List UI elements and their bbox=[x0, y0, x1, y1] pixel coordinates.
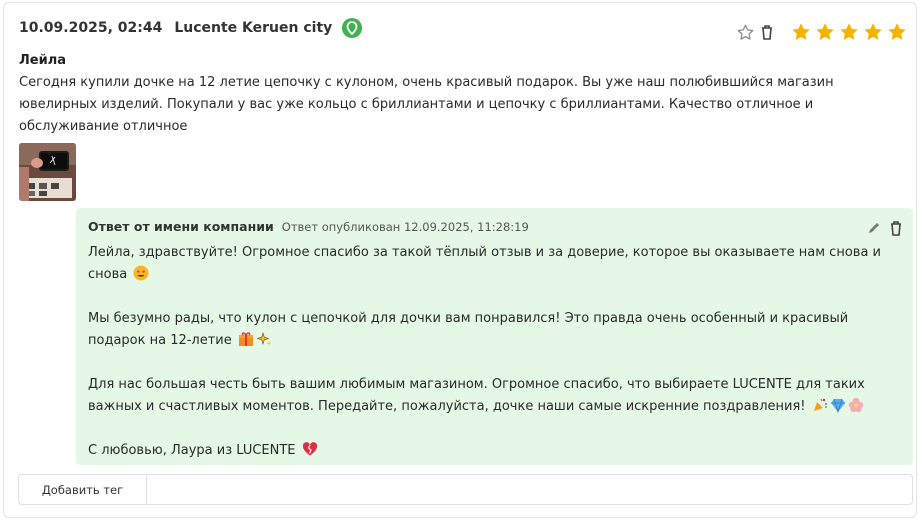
reply-paragraph: С любовью, Лаура из LUCENTE bbox=[88, 440, 903, 462]
sparkles-emoji-icon bbox=[256, 331, 272, 347]
review-author: Лейла bbox=[19, 53, 67, 68]
add-tag-button[interactable]: Добавить тег bbox=[19, 475, 147, 504]
edit-pencil-icon[interactable] bbox=[863, 217, 885, 239]
rating-star-icon bbox=[792, 23, 810, 40]
review-date: 10.09.2025, 02:44 bbox=[19, 20, 163, 36]
review-location[interactable]: Lucente Keruen city bbox=[174, 20, 332, 36]
reply-paragraph: Мы безумно рады, что кулон с цепочкой дл… bbox=[88, 311, 849, 348]
review-actions bbox=[734, 21, 908, 43]
rating-star-icon bbox=[888, 23, 906, 40]
reply-paragraph: Лейла, здравствуйте! Огромное спасибо за… bbox=[88, 245, 881, 282]
rating-star-icon bbox=[840, 23, 858, 40]
reply-actions bbox=[863, 217, 907, 239]
gem-emoji-icon bbox=[830, 397, 846, 414]
rating-star-icon bbox=[864, 23, 882, 40]
review-text: Сегодня купили дочке на 12 летие цепочку… bbox=[19, 75, 834, 134]
delete-review-trash-icon[interactable] bbox=[756, 21, 778, 43]
location-pin-icon bbox=[342, 18, 363, 38]
blossom-emoji-icon bbox=[848, 397, 864, 413]
review-card: 10.09.2025, 02:44 Lucente Keruen city Ле… bbox=[3, 2, 917, 518]
tag-bar: Добавить тег bbox=[18, 474, 913, 505]
favorite-star-icon[interactable] bbox=[734, 21, 756, 43]
reply-title: Ответ от имени компании bbox=[88, 219, 274, 234]
reply-text: Лейла, здравствуйте! Огромное спасибо за… bbox=[88, 242, 903, 462]
reply-published-date: Ответ опубликован 12.09.2025, 11:28:19 bbox=[281, 220, 529, 234]
reply-header: Ответ от имени компании Ответ опубликова… bbox=[88, 219, 529, 234]
rating-stars bbox=[788, 21, 908, 43]
heart-eyes-emoji-icon bbox=[133, 265, 149, 281]
rating-star-icon bbox=[816, 23, 834, 40]
delete-reply-trash-icon[interactable] bbox=[885, 217, 907, 239]
broken-heart-emoji-icon bbox=[302, 441, 318, 457]
reply-paragraph: Для нас большая честь быть вашим любимым… bbox=[88, 377, 865, 414]
company-reply: Ответ от имени компании Ответ опубликова… bbox=[76, 208, 913, 465]
gift-emoji-icon bbox=[238, 331, 254, 347]
party-popper-emoji-icon bbox=[812, 397, 828, 413]
review-header: 10.09.2025, 02:44 Lucente Keruen city bbox=[19, 18, 363, 38]
review-photo-thumbnail[interactable] bbox=[19, 143, 76, 201]
